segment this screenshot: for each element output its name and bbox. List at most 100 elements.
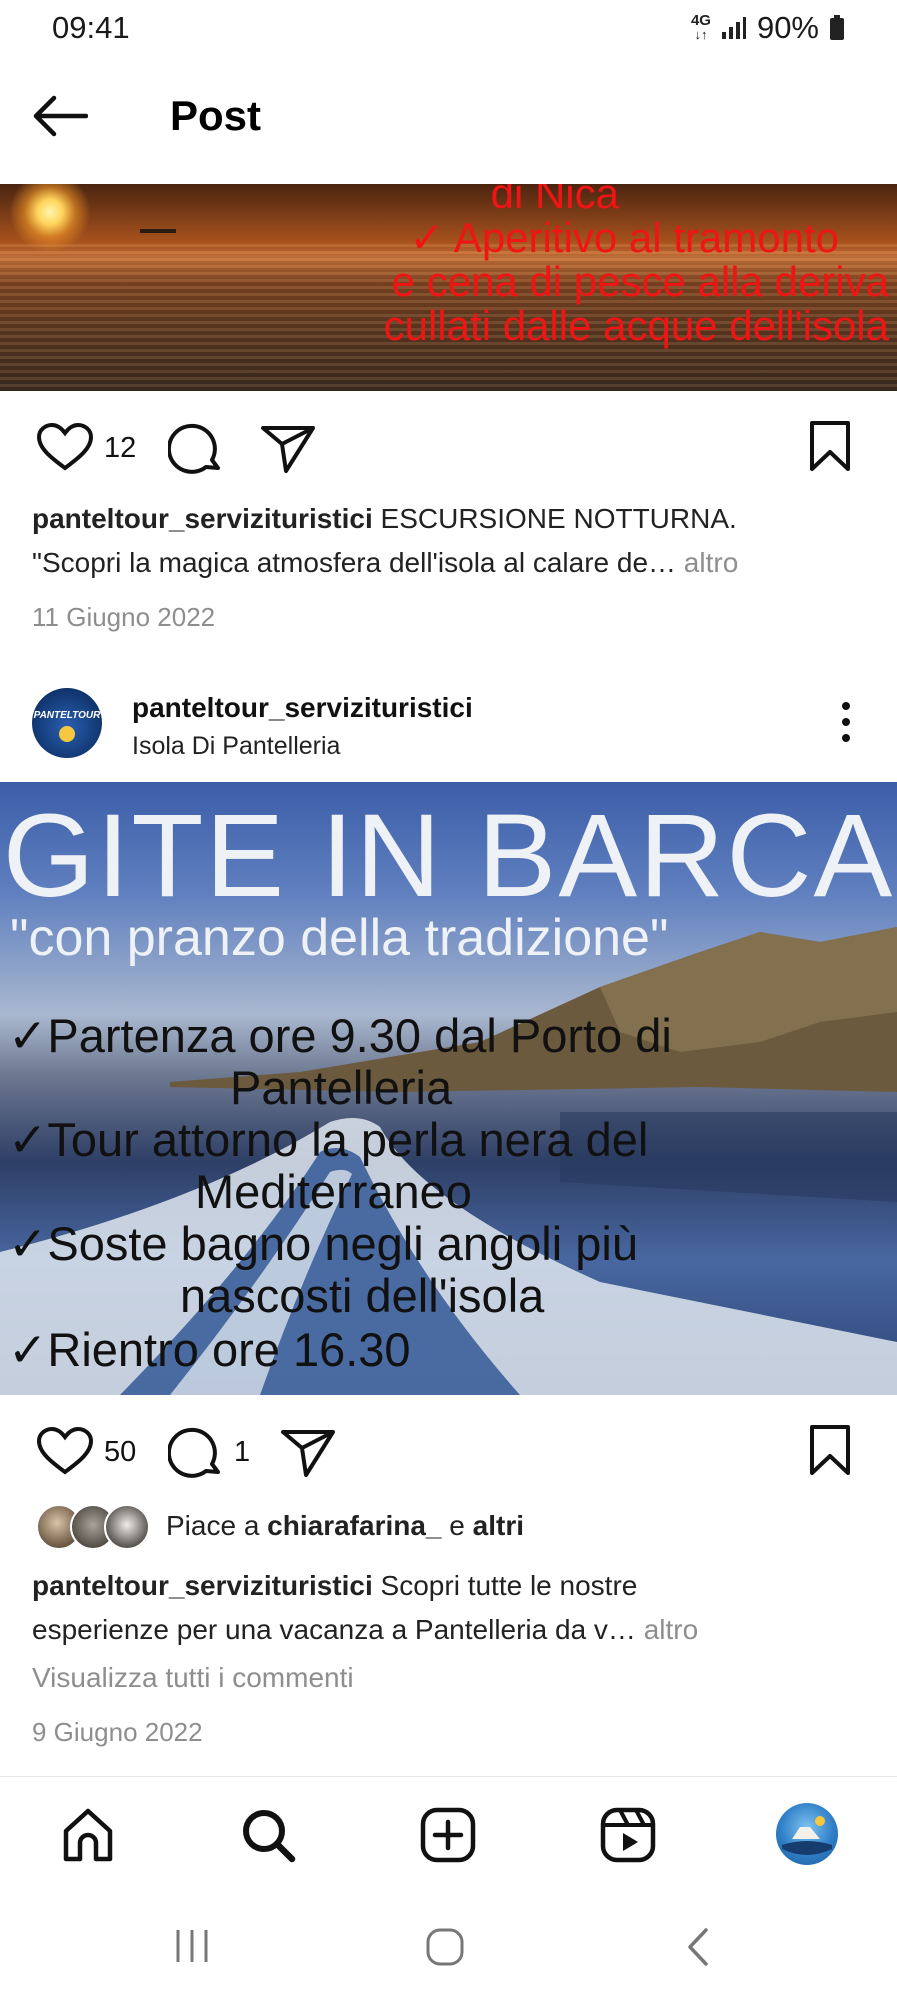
more-link[interactable]: altro bbox=[676, 547, 738, 578]
caption-line: panteltour_servizituristici ESCURSIONE N… bbox=[32, 497, 872, 541]
post-options-button[interactable] bbox=[828, 700, 864, 744]
battery-percent: 90% bbox=[756, 10, 819, 45]
status-icons: 4G ↓↑ 90% bbox=[691, 10, 845, 46]
nav-create[interactable] bbox=[418, 1805, 478, 1865]
like-button[interactable] bbox=[36, 422, 94, 477]
more-vertical-icon bbox=[842, 702, 850, 742]
battery-icon bbox=[830, 15, 844, 40]
avatar-sun bbox=[59, 726, 75, 742]
save-button[interactable] bbox=[808, 420, 852, 477]
image-line: ✓Rientro ore 16.30 bbox=[8, 1323, 411, 1376]
like-count: 50 bbox=[104, 1436, 137, 1468]
horizon-ship bbox=[140, 229, 176, 233]
liked-by-text: Piace a chiarafarina_ e altri bbox=[166, 1510, 524, 1542]
bookmark-icon bbox=[810, 1425, 850, 1475]
caption-line: esperienze per una vacanza a Pantelleria… bbox=[32, 1608, 872, 1652]
status-time: 09:41 bbox=[52, 10, 130, 45]
back-system-button[interactable] bbox=[680, 1926, 716, 1968]
signal-icon bbox=[721, 17, 746, 39]
overlay-line: cullati dalle acque dell'isola bbox=[383, 302, 889, 349]
more-link[interactable]: altro bbox=[636, 1614, 698, 1645]
nav-search[interactable] bbox=[238, 1805, 298, 1865]
liked-by-user[interactable]: chiarafarina_ bbox=[267, 1510, 441, 1541]
post1-caption: panteltour_servizituristici ESCURSIONE N… bbox=[32, 497, 872, 585]
home-circle-icon bbox=[426, 1928, 464, 1966]
post2-date: 9 Giugno 2022 bbox=[32, 1717, 203, 1747]
post2-action-bar: 50 1 bbox=[0, 1408, 897, 1488]
image-line: ✓Partenza ore 9.30 dal Porto di bbox=[8, 1009, 672, 1062]
caption-username[interactable]: panteltour_servizituristici bbox=[32, 503, 373, 534]
liked-by-mid: e bbox=[441, 1510, 473, 1541]
share-button[interactable] bbox=[260, 424, 316, 479]
post2-caption: panteltour_servizituristici Scopri tutte… bbox=[32, 1564, 872, 1652]
caption-line: "Scopri la magica atmosfera dell'isola a… bbox=[32, 541, 872, 585]
image-subtitle: "con pranzo della tradizione" bbox=[10, 909, 669, 967]
send-icon bbox=[281, 1430, 335, 1477]
comment-count: 1 bbox=[234, 1436, 251, 1468]
arrow-left-icon bbox=[33, 95, 89, 137]
plus-square-icon bbox=[420, 1807, 476, 1863]
system-nav-bar bbox=[0, 1892, 897, 2000]
back-button[interactable] bbox=[30, 94, 100, 146]
nav-reels[interactable] bbox=[598, 1805, 658, 1865]
caption-text: "Scopri la magica atmosfera dell'isola a… bbox=[32, 547, 677, 578]
caption-line: panteltour_servizituristici Scopri tutte… bbox=[32, 1564, 872, 1608]
page-title: Post bbox=[170, 92, 262, 139]
post1-date: 11 Giugno 2022 bbox=[32, 602, 216, 632]
bookmark-icon bbox=[810, 421, 850, 471]
post1-action-bar: 12 bbox=[0, 404, 897, 484]
status-bar: 09:41 4G ↓↑ 90% bbox=[0, 0, 897, 64]
post1-image[interactable]: di Nica ✓ Aperitivo al tramonto e cena d… bbox=[0, 184, 897, 391]
comment-icon bbox=[166, 1427, 220, 1478]
image-line: ✓Soste bagno negli angoli più bbox=[8, 1217, 638, 1270]
avatar-logo-text: PANTELTOUR bbox=[33, 710, 101, 721]
reels-icon bbox=[600, 1807, 656, 1863]
image-line: Mediterraneo bbox=[195, 1165, 472, 1218]
heart-icon bbox=[36, 1426, 94, 1475]
liked-by-others[interactable]: altri bbox=[473, 1510, 524, 1541]
home-system-button[interactable] bbox=[424, 1926, 466, 1968]
sun-glow bbox=[10, 184, 90, 252]
post1-overlay-text: di Nica ✓ Aperitivo al tramonto e cena d… bbox=[384, 184, 889, 348]
avatar bbox=[104, 1504, 150, 1550]
post2-image[interactable]: GITE IN BARCA "con pranzo della tradizio… bbox=[0, 782, 897, 1395]
recent-apps-button[interactable] bbox=[170, 1926, 214, 1966]
post-location[interactable]: Isola Di Pantelleria bbox=[132, 732, 340, 761]
image-line: nascosti dell'isola bbox=[180, 1269, 545, 1322]
nav-profile-avatar[interactable] bbox=[776, 1803, 838, 1865]
image-line: ✓Tour attorno la perla nera del bbox=[8, 1113, 649, 1166]
share-button[interactable] bbox=[280, 1428, 336, 1483]
caption-text: esperienze per una vacanza a Pantelleria… bbox=[32, 1614, 636, 1645]
save-button[interactable] bbox=[808, 1424, 852, 1481]
heart-icon bbox=[36, 422, 94, 471]
comment-button[interactable] bbox=[166, 422, 222, 481]
caption-username[interactable]: panteltour_servizituristici bbox=[32, 1570, 373, 1601]
view-all-comments-link[interactable]: Visualizza tutti i commenti bbox=[32, 1662, 354, 1694]
image-line: Pantelleria bbox=[230, 1061, 453, 1114]
top-bar: Post bbox=[0, 72, 897, 168]
bottom-nav bbox=[0, 1776, 897, 1893]
liked-by-row[interactable]: Piace a chiarafarina_ e altri bbox=[32, 1504, 872, 1552]
image-title: GITE IN BARCA bbox=[2, 790, 895, 922]
like-button[interactable] bbox=[36, 1426, 94, 1481]
nav-home[interactable] bbox=[58, 1805, 118, 1865]
network-type-label: 4G ↓↑ bbox=[690, 12, 711, 42]
comment-button[interactable] bbox=[166, 1426, 222, 1485]
post2-header: PANTELTOUR panteltour_servizituristici I… bbox=[0, 672, 897, 772]
liked-by-prefix: Piace a bbox=[166, 1510, 268, 1541]
caption-text: Scopri tutte le nostre bbox=[372, 1570, 638, 1601]
like-count: 12 bbox=[104, 432, 137, 464]
overlay-line: di Nica bbox=[490, 184, 619, 217]
comment-icon bbox=[166, 423, 220, 474]
send-icon bbox=[261, 426, 315, 473]
caption-text: ESCURSIONE NOTTURNA. bbox=[372, 503, 737, 534]
overlay-line: e cena di pesce alla deriva bbox=[391, 258, 889, 305]
overlay-line: ✓ Aperitivo al tramonto bbox=[409, 214, 839, 261]
post-username[interactable]: panteltour_servizituristici bbox=[132, 692, 473, 724]
recent-apps-icon bbox=[176, 1930, 208, 1962]
home-icon bbox=[63, 1808, 113, 1862]
chevron-left-icon bbox=[688, 1928, 708, 1966]
profile-picture-icon bbox=[782, 1816, 832, 1855]
search-icon bbox=[243, 1810, 296, 1863]
avatar[interactable]: PANTELTOUR bbox=[32, 688, 102, 758]
